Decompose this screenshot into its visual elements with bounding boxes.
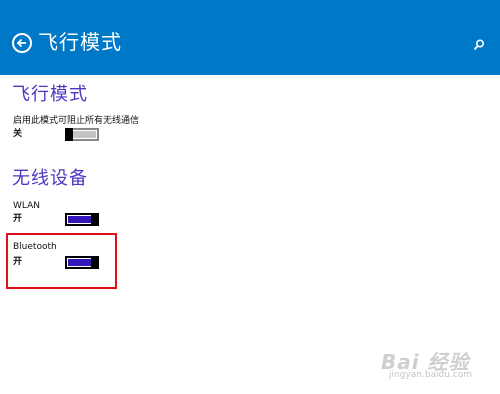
search-button[interactable] bbox=[472, 37, 486, 51]
page-title: 飞行模式 bbox=[38, 30, 122, 54]
airplane-mode-section-title: 飞行模式 bbox=[12, 84, 88, 105]
wlan-label: WLAN bbox=[13, 201, 41, 211]
bluetooth-state: 开 bbox=[13, 257, 23, 267]
bluetooth-label: Bluetooth bbox=[13, 242, 57, 252]
airplane-mode-state: 关 bbox=[13, 129, 23, 139]
app-header: 飞行模式 bbox=[0, 0, 500, 75]
back-arrow-icon bbox=[16, 38, 26, 48]
airplane-mode-description: 启用此模式可阻止所有无线通信 bbox=[13, 116, 140, 126]
watermark-url: jingyan.baidu.com bbox=[389, 370, 473, 380]
bluetooth-toggle[interactable] bbox=[65, 256, 99, 269]
toggle-thumb bbox=[91, 256, 99, 269]
wireless-devices-section-title: 无线设备 bbox=[12, 168, 88, 189]
watermark: Bai 经验 jingyan.baidu.com bbox=[381, 346, 493, 384]
search-icon bbox=[473, 39, 485, 51]
airplane-mode-toggle[interactable] bbox=[65, 128, 99, 141]
toggle-thumb bbox=[65, 128, 73, 141]
wlan-toggle[interactable] bbox=[65, 213, 99, 226]
back-button[interactable] bbox=[12, 33, 32, 53]
wlan-state: 开 bbox=[13, 214, 23, 224]
toggle-thumb bbox=[91, 213, 99, 226]
